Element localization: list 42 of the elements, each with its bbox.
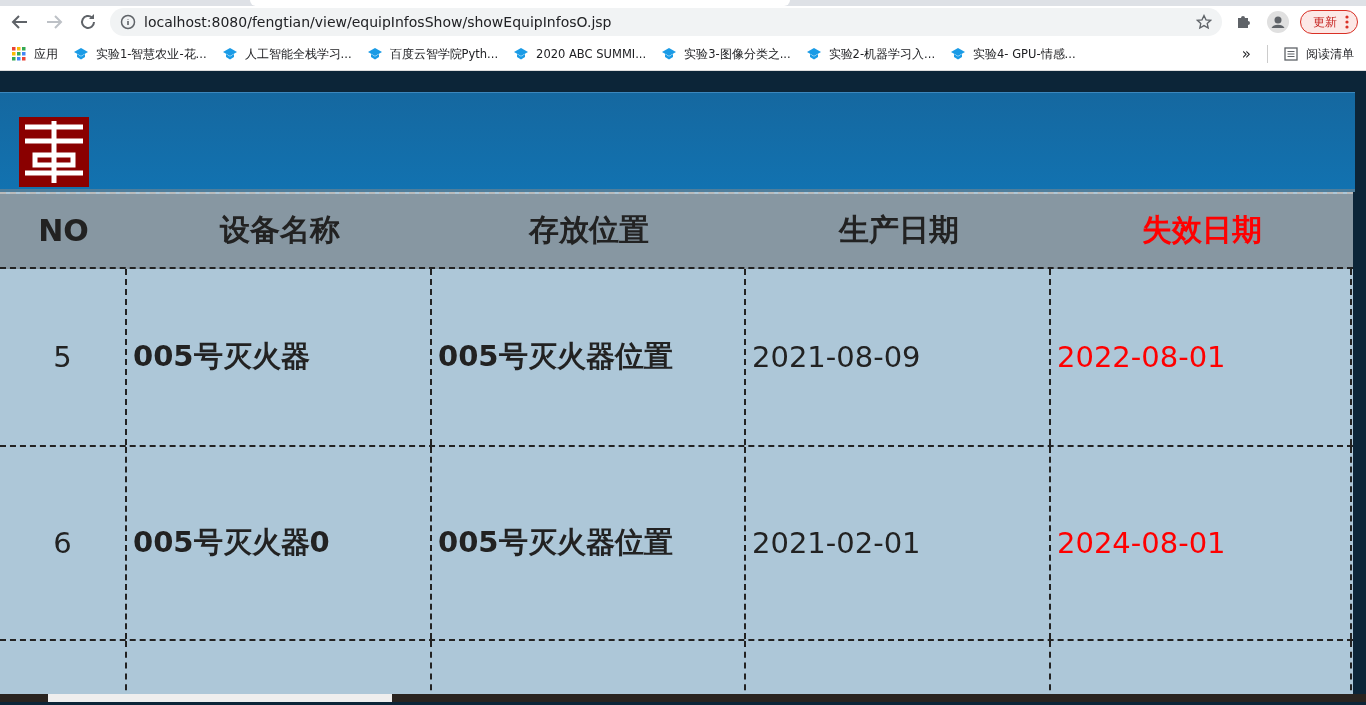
apps-shortcut[interactable]: 应用 [12, 46, 58, 62]
table-cell: 005号灭火器位置 [432, 269, 746, 445]
list-icon [1284, 47, 1298, 61]
graduation-cap-icon [367, 48, 382, 60]
bookmark[interactable]: 实验4- GPU-情感... [951, 46, 1076, 62]
update-button[interactable]: 更新 [1300, 10, 1358, 34]
column-header: 设备名称 [218, 211, 341, 249]
table-cell: 2021-08-09 [746, 269, 1051, 445]
info-icon [120, 14, 136, 30]
bookmark[interactable]: 人工智能全栈学习... [222, 46, 352, 62]
table-cell: 5 [0, 269, 127, 445]
profile-avatar-icon[interactable] [1266, 10, 1290, 34]
graduation-cap-icon [74, 48, 88, 60]
bookmark[interactable]: 百度云智学院Pyth... [367, 46, 499, 62]
address-bar[interactable]: localhost:8080/fengtian/view/equipInfosShow/showEquipInfosO.jsp [110, 8, 1222, 36]
bookmark[interactable]: 实验1-智慧农业-花... [74, 46, 207, 62]
column-header: NO [37, 212, 90, 250]
graduation-cap-icon [662, 48, 677, 60]
table-cell: 6 [0, 447, 127, 639]
apps-grid-icon [12, 47, 26, 61]
graduation-cap-icon [222, 48, 237, 60]
url-text: localhost:8080/fengtian/view/equipInfosShow/showEquipInfosO.jsp [144, 14, 613, 30]
column-header: 存放位置 [527, 211, 650, 249]
bookmarks-overflow[interactable]: » [1241, 45, 1251, 63]
bookmark[interactable]: 实验2-机器学习入... [806, 46, 936, 62]
bookmark[interactable]: 2020 ABC SUMMI... [514, 47, 647, 61]
column-header: 生产日期 [837, 211, 960, 249]
bookmark[interactable]: 实验3-图像分类之... [662, 46, 791, 62]
table-cell: 005号灭火器 [127, 269, 432, 445]
column-header: 失效日期 [1140, 211, 1263, 249]
star-icon[interactable] [1196, 14, 1212, 30]
graduation-cap-icon [514, 48, 529, 60]
table-cell: 005号灭火器0 [127, 447, 432, 639]
table-cell: 005号灭火器位置 [432, 447, 746, 639]
logo-icon [19, 117, 89, 187]
more-icon [1345, 15, 1349, 29]
graduation-cap-icon [951, 48, 966, 60]
reading-list[interactable]: 阅读清单 [1284, 46, 1354, 62]
graduation-cap-icon [806, 48, 821, 60]
table-cell: 2021-02-01 [746, 447, 1051, 639]
table-cell: 2024-08-01 [1051, 447, 1352, 639]
table-cell: 2022-08-01 [1051, 269, 1352, 445]
